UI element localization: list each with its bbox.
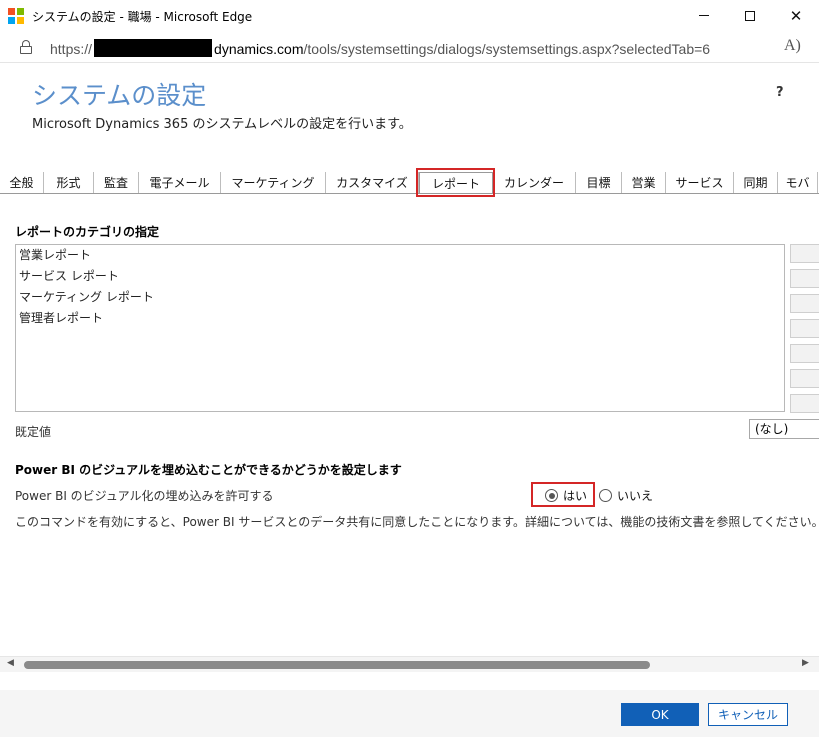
list-action-button[interactable]: [790, 244, 819, 263]
close-icon: ✕: [789, 6, 803, 25]
window-title: システムの設定 - 職場 - Microsoft Edge: [32, 10, 253, 24]
powerbi-note: このコマンドを有効にすると、Power BI サービスとのデータ共有に同意したこ…: [15, 515, 819, 529]
scrollbar-thumb[interactable]: [24, 661, 650, 669]
default-value-label: 既定値: [15, 425, 52, 439]
report-categories-list[interactable]: 営業レポート サービス レポート マーケティング レポート 管理者レポート: [15, 244, 785, 412]
tab-reporting[interactable]: レポート: [419, 172, 493, 193]
url-path: /tools/systemsettings/dialogs/systemsett…: [303, 41, 711, 57]
minimize-button[interactable]: [681, 0, 727, 31]
list-action-button[interactable]: [790, 319, 819, 338]
cancel-button[interactable]: キャンセル: [708, 703, 788, 726]
horizontal-scrollbar[interactable]: ◀ ▶: [0, 656, 819, 672]
address-bar[interactable]: https:// dynamics.com/tools/systemsetting…: [0, 31, 819, 63]
tab-calendar[interactable]: カレンダー: [493, 172, 576, 193]
powerbi-yes-label[interactable]: はい: [563, 487, 587, 504]
microsoft-logo-icon: [8, 8, 24, 24]
powerbi-no-radio[interactable]: [599, 489, 612, 502]
default-value-select[interactable]: (なし): [749, 419, 819, 439]
list-action-button[interactable]: [790, 269, 819, 288]
redacted-block: [94, 39, 213, 57]
list-action-button[interactable]: [790, 369, 819, 388]
settings-tabs: 全般 形式 監査 電子メール マーケティング カスタマイズ レポート カレンダー…: [0, 172, 819, 194]
scroll-right-icon[interactable]: ▶: [802, 658, 809, 668]
tab-formats[interactable]: 形式: [44, 172, 94, 193]
tab-auditing[interactable]: 監査: [94, 172, 139, 193]
minimize-icon: [699, 15, 709, 16]
close-button[interactable]: ✕: [773, 0, 819, 31]
tab-synchronization[interactable]: 同期: [734, 172, 778, 193]
help-icon[interactable]: ?: [776, 85, 784, 100]
url-host: dynamics.com: [214, 41, 304, 57]
list-action-button[interactable]: [790, 344, 819, 363]
tab-marketing[interactable]: マーケティング: [221, 172, 326, 193]
list-item[interactable]: サービス レポート: [16, 266, 784, 287]
tab-general[interactable]: 全般: [0, 172, 44, 193]
tab-goals[interactable]: 目標: [576, 172, 622, 193]
list-item[interactable]: マーケティング レポート: [16, 287, 784, 308]
lock-icon[interactable]: [20, 40, 32, 54]
tab-service[interactable]: サービス: [666, 172, 734, 193]
ok-button[interactable]: OK: [621, 703, 699, 726]
list-item[interactable]: 管理者レポート: [16, 308, 784, 329]
powerbi-section-title: Power BI のビジュアルを埋め込むことができるかどうかを設定します: [15, 463, 402, 477]
scroll-left-icon[interactable]: ◀: [7, 658, 14, 668]
read-aloud-icon[interactable]: A): [784, 37, 801, 55]
powerbi-no-label[interactable]: いいえ: [617, 487, 653, 504]
list-action-button[interactable]: [790, 294, 819, 313]
page-subtitle: Microsoft Dynamics 365 のシステムレベルの設定を行います。: [32, 117, 412, 132]
maximize-icon: [745, 10, 755, 21]
tab-sales[interactable]: 営業: [622, 172, 666, 193]
tab-email[interactable]: 電子メール: [139, 172, 221, 193]
url-prefix: https://: [50, 41, 93, 57]
list-item[interactable]: 営業レポート: [16, 245, 784, 266]
tab-mobile[interactable]: モバ: [778, 172, 818, 193]
page-title: システムの設定: [32, 81, 207, 110]
url-text[interactable]: https:// dynamics.com/tools/systemsetting…: [50, 39, 710, 57]
powerbi-setting-label: Power BI のビジュアル化の埋め込みを許可する: [15, 489, 274, 503]
tab-customization[interactable]: カスタマイズ: [326, 172, 419, 193]
list-action-button[interactable]: [790, 394, 819, 413]
maximize-button[interactable]: [727, 0, 773, 31]
report-categories-title: レポートのカテゴリの指定: [15, 225, 160, 239]
window-titlebar: システムの設定 - 職場 - Microsoft Edge ✕: [0, 0, 819, 31]
powerbi-yes-radio[interactable]: [545, 489, 558, 502]
